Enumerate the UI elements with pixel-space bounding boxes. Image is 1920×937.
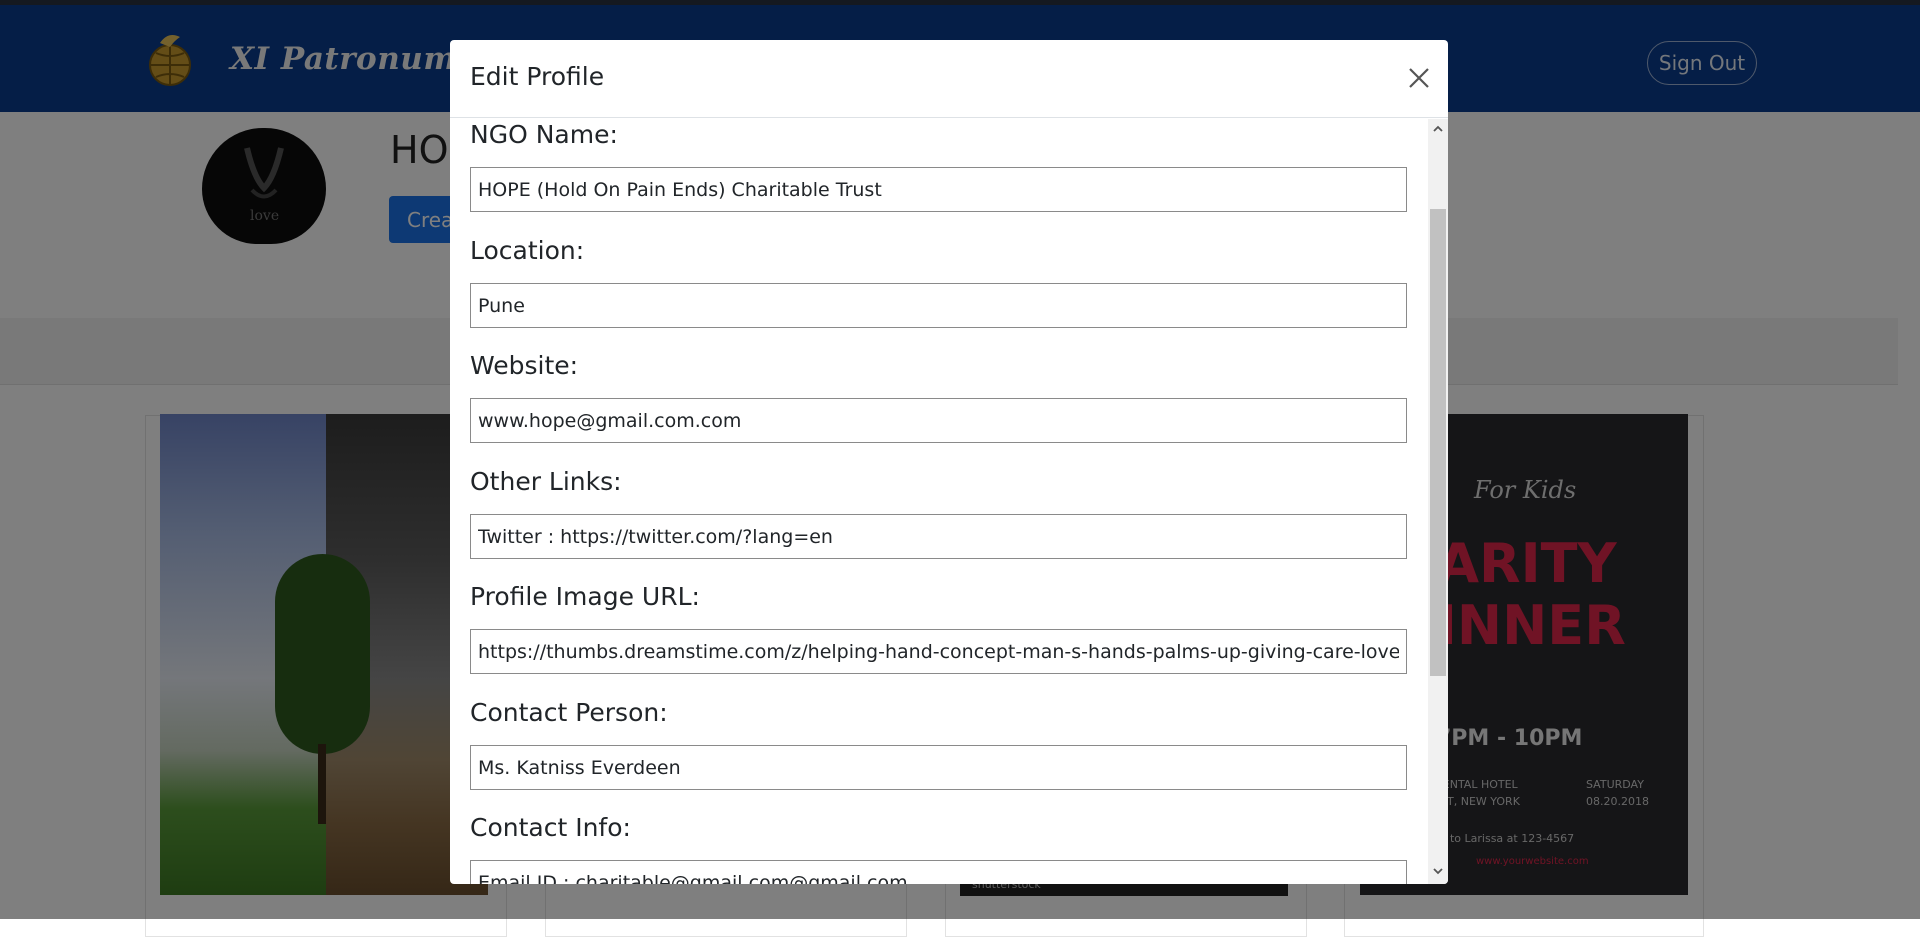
location-field[interactable] [470,283,1407,328]
ngo-name-field[interactable] [470,167,1407,212]
other-links-field[interactable] [470,514,1407,559]
modal-title: Edit Profile [470,62,605,91]
modal-scrollbar[interactable] [1428,119,1448,884]
modal-header: Edit Profile [450,40,1448,118]
ngo-name-label: NGO Name: [470,120,618,149]
close-icon[interactable] [1405,64,1433,92]
profile-image-url-field[interactable] [470,629,1407,674]
profile-image-url-label: Profile Image URL: [470,582,700,611]
other-links-label: Other Links: [470,467,622,496]
scroll-down-arrow-icon[interactable] [1428,863,1448,879]
modal-body: NGO Name: Location: Website: Other Links… [450,119,1428,884]
website-field[interactable] [470,398,1407,443]
contact-info-field[interactable] [470,860,1407,884]
scroll-up-arrow-icon[interactable] [1428,121,1448,137]
edit-profile-modal: Edit Profile NGO Name: Location: Website… [450,40,1448,884]
location-label: Location: [470,236,585,265]
scrollbar-thumb[interactable] [1430,209,1446,676]
contact-info-label: Contact Info: [470,813,631,842]
contact-person-label: Contact Person: [470,698,668,727]
website-label: Website: [470,351,579,380]
contact-person-field[interactable] [470,745,1407,790]
